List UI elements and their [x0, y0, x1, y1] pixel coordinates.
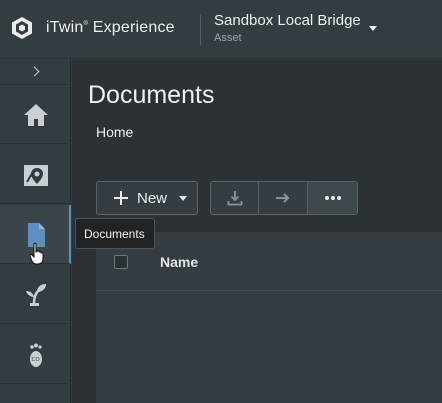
table-body: [96, 291, 442, 403]
sidebar-item-carbon[interactable]: CO: [0, 325, 71, 384]
brand-name[interactable]: iTwin® Experience: [46, 19, 175, 37]
new-button[interactable]: New: [96, 181, 198, 215]
move-button[interactable]: [259, 182, 308, 214]
sidebar-item-plant[interactable]: [0, 265, 71, 324]
context-title[interactable]: Sandbox Local Bridge: [214, 12, 361, 29]
hand-cursor-icon: [29, 242, 44, 265]
itwin-logo-icon[interactable]: [10, 16, 34, 40]
column-header-name[interactable]: Name: [160, 254, 198, 270]
app-header: iTwin® Experience Sandbox Local Bridge A…: [0, 0, 442, 59]
download-icon: [227, 191, 243, 206]
breadcrumb-home[interactable]: Home: [96, 124, 133, 140]
home-icon: [24, 104, 48, 126]
sprout-icon: [26, 284, 46, 306]
action-button-group: [210, 181, 358, 215]
context-dropdown-caret-icon[interactable]: [369, 26, 377, 31]
sidebar-expand-button[interactable]: [0, 59, 71, 85]
header-divider: [200, 15, 201, 45]
svg-text:CO: CO: [32, 357, 41, 363]
select-all-checkbox[interactable]: [114, 255, 128, 269]
chevron-right-icon: [29, 66, 40, 77]
tooltip: Documents: [75, 218, 155, 249]
sidebar-item-map[interactable]: [0, 145, 71, 204]
footprint-icon: CO: [30, 343, 42, 367]
arrow-right-icon: [276, 193, 290, 203]
sidebar: CO: [0, 59, 71, 403]
page-title: Documents: [88, 81, 215, 109]
sidebar-item-home[interactable]: [0, 85, 71, 144]
more-options-button[interactable]: [308, 182, 357, 214]
new-button-label: New: [137, 190, 168, 207]
plus-icon: [114, 191, 128, 205]
map-pin-icon: [24, 165, 48, 186]
download-button[interactable]: [211, 182, 259, 214]
context-subtitle: Asset: [214, 32, 242, 44]
chevron-down-icon: [179, 196, 187, 201]
